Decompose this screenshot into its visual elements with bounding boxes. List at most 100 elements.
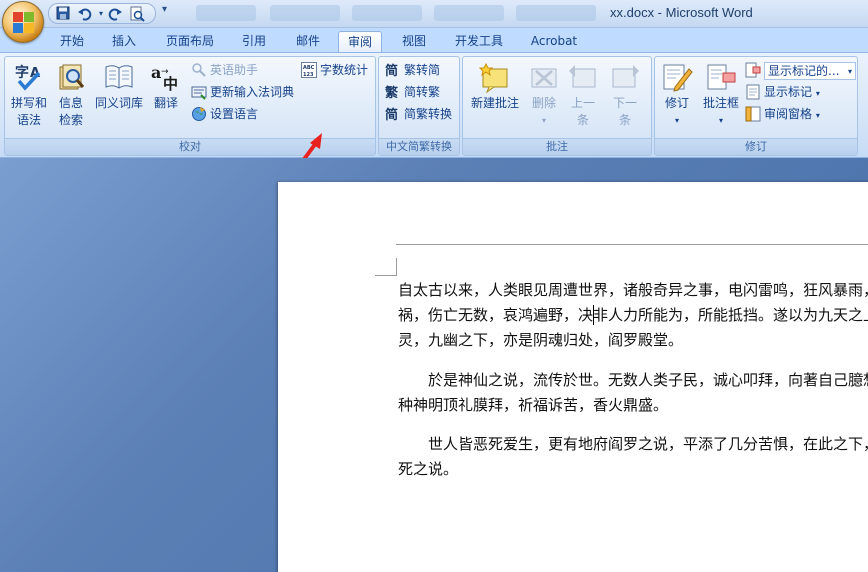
spelling-grammar-button[interactable]: 字A 拼写和 语法 [7, 61, 51, 129]
next-comment-icon [609, 61, 641, 93]
english-assistant-button[interactable]: 英语助手 [191, 60, 258, 80]
ime-dictionary-icon [191, 84, 207, 100]
redo-icon[interactable] [107, 6, 123, 22]
blurred-taskbar-tab [434, 5, 504, 21]
thesaurus-book-icon [103, 61, 135, 93]
quick-access-toolbar: ▾ [48, 3, 156, 24]
track-changes-label: 修订 [664, 96, 689, 110]
svg-text:a: a [151, 63, 161, 82]
spelling-check-icon: 字A [13, 61, 45, 93]
research-label-2: 检索 [58, 113, 83, 127]
paragraph-line: 祸，伤亡无数，哀鸿遍野，决非人力所能为，所能抵挡。遂以为九天之上 [398, 306, 868, 324]
header-boundary-line [396, 244, 868, 245]
spelling-label-2: 语法 [16, 113, 41, 127]
svg-text:ABC: ABC [303, 65, 315, 71]
office-button[interactable] [2, 1, 44, 43]
track-changes-dropdown-icon: ▾ [674, 116, 679, 125]
margin-corner-mark [396, 258, 397, 276]
paragraph-1[interactable]: 自太古以来，人类眼见周遭世界，诸般奇异之事，电闪雷鸣，狂风暴雨， 祸，伤亡无数，… [398, 278, 868, 353]
tracking-group-label: 修订 [655, 138, 857, 155]
watermark-url: jingyan.baidu.com [691, 538, 804, 554]
new-comment-button[interactable]: 新建批注 [465, 61, 525, 112]
svg-text:简: 简 [385, 107, 398, 122]
english-assistant-icon [191, 62, 207, 78]
tab-references[interactable]: 引用 [234, 31, 274, 52]
paragraph-line: 灵，九幽之下，亦是阴魂归处，阎罗殿堂。 [398, 331, 684, 349]
reviewing-pane-label: 审阅窗格 [764, 107, 813, 121]
svg-text:字: 字 [15, 64, 29, 81]
tab-developer[interactable]: 开发工具 [446, 31, 512, 52]
tab-home[interactable]: 开始 [52, 31, 92, 52]
thesaurus-label: 同义词库 [94, 96, 143, 110]
balloons-label: 批注框 [702, 96, 739, 110]
thesaurus-button[interactable]: 同义词库 [91, 61, 147, 112]
set-language-button[interactable]: 设置语言 [191, 104, 258, 124]
blurred-taskbar-tab [516, 5, 596, 21]
group-tracking: 修订 ▾ 批注框 ▾ 显示标记的... ▾ 显示标记 ▾ 审阅窗格 ▾ 修订 [654, 56, 858, 156]
comments-group-label: 批注 [463, 138, 651, 155]
research-button[interactable]: 信息 检索 [51, 61, 91, 129]
paragraph-line: 於是神仙之说，流传於世。无数人类子民，诚心叩拜，向著自己臆想 [398, 371, 868, 389]
delete-comment-icon [528, 61, 560, 93]
blurred-taskbar-tab [270, 5, 340, 21]
translate-button[interactable]: a → 中 翻译 [147, 61, 185, 112]
next-comment-button[interactable]: 下一 条 [605, 61, 645, 129]
display-select-box[interactable]: 显示标记的... ▾ [764, 61, 856, 80]
chinese-conversion-icon: 简 [385, 106, 401, 123]
svg-text:简: 简 [385, 63, 398, 78]
word-count-button[interactable]: ABC 123 字数统计 [301, 60, 368, 80]
delete-comment-button[interactable]: 删除 ▾ [525, 61, 563, 129]
customize-qat-icon[interactable]: ▾ [162, 4, 167, 15]
balloons-button[interactable]: 批注框 ▾ [699, 61, 743, 129]
blurred-taskbar-tab [196, 5, 256, 21]
to-traditional-label: 简转繁 [404, 85, 441, 99]
to-simplified-label: 繁转简 [404, 63, 441, 77]
print-preview-icon[interactable] [129, 6, 145, 22]
english-assistant-label: 英语助手 [210, 63, 259, 77]
research-book-icon [55, 61, 87, 93]
display-select-value: 显示标记的... [768, 63, 840, 78]
chinese-conversion-button[interactable]: 简简繁转换 [385, 104, 452, 124]
simplified-to-traditional-button[interactable]: 繁简转繁 [385, 82, 440, 102]
previous-comment-button[interactable]: 上一 条 [563, 61, 603, 129]
paragraph-3[interactable]: 世人皆恶死爱生，更有地府阎罗之说，平添了几分苦惧，在此之下， 死之说。 [398, 432, 868, 482]
new-comment-label: 新建批注 [470, 96, 519, 110]
tab-page-layout[interactable]: 页面布局 [160, 31, 220, 52]
delete-dropdown-icon: ▾ [541, 116, 546, 125]
text-cursor [593, 305, 594, 325]
paragraph-2[interactable]: 於是神仙之说，流传於世。无数人类子民，诚心叩拜，向著自己臆想 种神明顶礼膜拜，祈… [398, 368, 868, 418]
update-ime-dictionary-button[interactable]: 更新输入法词典 [191, 82, 294, 102]
balloons-dropdown-icon: ▾ [718, 116, 723, 125]
ribbon: 字A 拼写和 语法 信息 检索 同义词库 a → 中 翻译 英语助手 更新输入法… [0, 52, 868, 183]
show-markup-button[interactable]: 显示标记 ▾ [745, 82, 820, 102]
track-changes-button[interactable]: 修订 ▾ [657, 61, 697, 129]
reviewing-pane-dropdown-icon: ▾ [815, 111, 820, 120]
paragraph-line: 死之说。 [398, 460, 459, 478]
chinese-conversion-group-label: 中文简繁转换 [379, 138, 459, 155]
translate-label: 翻译 [153, 96, 178, 110]
track-changes-icon [661, 61, 693, 93]
previous-label-2: 条 [576, 113, 589, 127]
spelling-label-1: 拼写和 [10, 96, 47, 110]
tab-view[interactable]: 视图 [394, 31, 434, 52]
baidu-watermark: Baidu经验 jingyan.baidu.com [655, 480, 855, 568]
simplified-to-traditional-icon: 繁 [385, 84, 401, 101]
window-title: xx.docx - Microsoft Word [610, 5, 753, 20]
undo-icon[interactable] [77, 6, 93, 22]
delete-label: 删除 [531, 96, 556, 110]
tab-acrobat[interactable]: Acrobat [524, 31, 584, 52]
tab-mailings[interactable]: 邮件 [288, 31, 328, 52]
save-icon[interactable] [55, 6, 71, 22]
show-markup-icon [745, 84, 761, 100]
display-review-icon [745, 62, 761, 78]
show-markup-label: 显示标记 [764, 85, 813, 99]
title-bar: ▾ ▾ xx.docx - Microsoft Word [0, 0, 868, 28]
tab-review[interactable]: 审阅 [338, 31, 382, 52]
tab-insert[interactable]: 插入 [104, 31, 144, 52]
ribbon-tabs: 开始 插入 页面布局 引用 邮件 审阅 视图 开发工具 Acrobat [0, 28, 868, 52]
traditional-to-simplified-button[interactable]: 简繁转简 [385, 60, 440, 80]
display-for-review-select[interactable]: 显示标记的... ▾ [745, 60, 856, 80]
paragraph-line: 世人皆恶死爱生，更有地府阎罗之说，平添了几分苦惧，在此之下， [398, 435, 868, 453]
word-count-icon: ABC 123 [301, 61, 317, 78]
reviewing-pane-button[interactable]: 审阅窗格 ▾ [745, 104, 820, 124]
